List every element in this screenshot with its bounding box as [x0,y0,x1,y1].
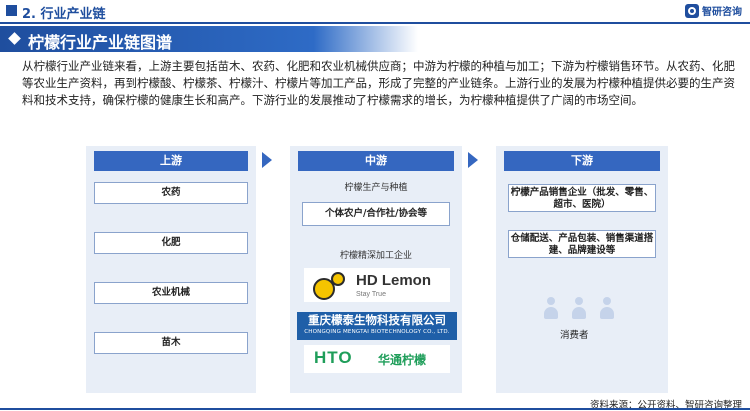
arrow-right-icon [468,152,478,168]
upstream-item-machinery: 农业机械 [94,282,248,304]
downstream-header: 下游 [504,151,660,171]
page-title: 柠檬行业产业链图谱 [28,33,173,52]
header-rule [0,22,750,24]
planting-label: 柠檬生产与种植 [344,183,408,193]
hto-mark: HTO [314,348,353,367]
planting-box: 个体农户/合作社/协会等 [302,202,450,226]
hd-lemon-logo: HD Lemon Stay True [304,268,450,302]
consumer-group-icon [536,297,626,327]
person-icon [600,297,614,323]
downstream-item-sales: 柠檬产品销售企业（批发、零售、超市、医院） [508,184,656,212]
hd-lemon-name: HD Lemon [356,272,431,289]
top-bar: 2. 行业产业链 智研咨询 [0,0,750,22]
brand-icon [685,3,699,18]
upstream-item-fertilizer: 化肥 [94,232,248,254]
downstream-item-logistics: 仓储配送、产品包装、销售渠道搭建、品牌建设等 [508,230,656,258]
midstream-header: 中游 [298,151,454,171]
upstream-item-seedlings: 苗木 [94,332,248,354]
brand-name: 智研咨询 [702,7,742,18]
hd-lemon-slogan: Stay True [356,291,386,298]
upstream-column: 上游 农药 化肥 农业机械 苗木 [86,146,256,393]
person-icon [544,297,558,323]
hto-logo: HTO 华通柠檬 [304,345,450,373]
title-banner: 柠檬行业产业链图谱 [0,26,418,52]
mengtai-name-cn: 重庆檬泰生物科技有限公司 [308,313,446,327]
arrow-right-icon [262,152,272,168]
upstream-item-pesticide: 农药 [94,182,248,204]
upstream-header: 上游 [94,151,248,171]
hto-name-cn: 华通柠檬 [378,353,427,367]
section-marker [6,5,17,16]
downstream-column: 下游 柠檬产品销售企业（批发、零售、超市、医院） 仓储配送、产品包装、销售渠道搭… [496,146,668,393]
lemon-icon [331,272,345,286]
person-icon [572,297,586,323]
description-text: 从柠檬行业产业链来看，上游主要包括苗木、农药、化肥和农业机械供应商；中游为柠檬的… [22,59,735,107]
mengtai-logo: 重庆檬泰生物科技有限公司 CHONGQING MENGTAI BIOTECHNO… [297,312,457,340]
section-title: 2. 行业产业链 [22,7,106,22]
mengtai-name-en: CHONGQING MENGTAI BIOTECHNOLOGY CO., LTD… [304,329,450,335]
diamond-icon [8,32,21,45]
processing-label: 柠檬精深加工企业 [339,251,412,261]
consumer-label: 消费者 [560,330,589,341]
brand-logo: 智研咨询 [685,3,742,18]
